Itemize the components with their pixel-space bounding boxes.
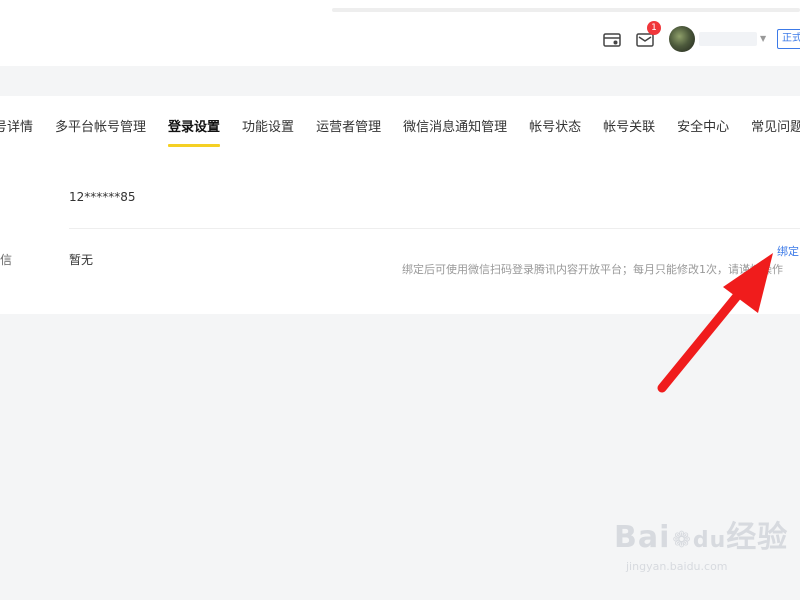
card-icon[interactable] <box>601 29 623 51</box>
tab-operator-management[interactable]: 运营者管理 <box>316 96 381 156</box>
tab-account-link[interactable]: 帐号关联 <box>603 96 655 156</box>
tab-faq[interactable]: 常见问题 <box>751 96 800 156</box>
chevron-down-icon[interactable]: ▼ <box>760 34 766 43</box>
tab-account-details[interactable]: 号详情 <box>0 96 33 156</box>
avatar[interactable] <box>669 26 695 52</box>
tab-bar: 号详情 多平台帐号管理 登录设置 功能设置 运营者管理 微信消息通知管理 帐号状… <box>0 96 800 156</box>
wechat-value: 暂无 <box>69 253 94 267</box>
message-count-badge: 1 <box>647 21 661 35</box>
watermark-brand-right: 经验 <box>726 520 789 555</box>
watermark-logo: Bai❁du经验 jingyan.baidu.com <box>614 512 789 573</box>
bind-hint-text: 绑定后可使用微信扫码登录腾讯内容开放平台；每月只能修改1次，请谨慎操作 <box>402 263 783 276</box>
tab-account-status[interactable]: 帐号状态 <box>529 96 581 156</box>
bind-wechat-button[interactable]: 绑定 <box>777 243 799 259</box>
phone-value: 12******85 <box>69 190 136 204</box>
watermark-url: jingyan.baidu.com <box>626 560 728 573</box>
wechat-label: 微信 <box>0 253 13 267</box>
tab-multi-platform[interactable]: 多平台帐号管理 <box>55 96 146 156</box>
status-badge: 正式 <box>777 29 800 49</box>
tab-wechat-notify[interactable]: 微信消息通知管理 <box>403 96 507 156</box>
search-bar[interactable] <box>332 8 800 12</box>
watermark-du: du <box>692 528 727 553</box>
account-name[interactable] <box>699 32 757 46</box>
paw-icon: ❁ <box>672 528 691 553</box>
watermark-brand-left: Bai <box>614 520 671 555</box>
tab-function-settings[interactable]: 功能设置 <box>242 96 294 156</box>
tab-security[interactable]: 安全中心 <box>677 96 729 156</box>
tab-login-settings[interactable]: 登录设置 <box>168 96 221 156</box>
settings-panel: 号详情 多平台帐号管理 登录设置 功能设置 运营者管理 微信消息通知管理 帐号状… <box>0 96 800 314</box>
top-header: 1 ▼ 正式 <box>0 0 800 66</box>
row-divider <box>69 228 800 229</box>
